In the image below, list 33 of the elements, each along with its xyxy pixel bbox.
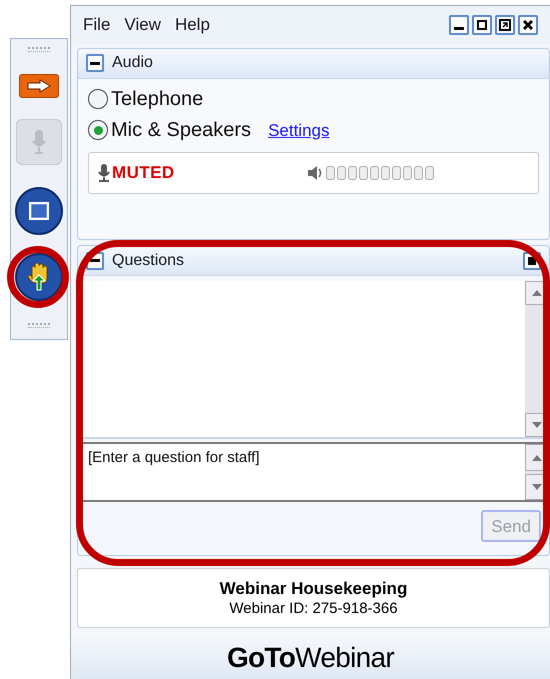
grip-handle[interactable] bbox=[28, 47, 50, 52]
screen-button[interactable] bbox=[15, 187, 63, 235]
radio-button[interactable] bbox=[88, 120, 108, 140]
restore-icon bbox=[499, 18, 511, 31]
logo: GoToWebinar bbox=[226, 641, 394, 676]
collapse-toggle[interactable] bbox=[86, 54, 104, 72]
close-button[interactable] bbox=[518, 14, 538, 35]
scroll-up-icon[interactable] bbox=[532, 290, 542, 296]
maximize-button[interactable] bbox=[472, 14, 492, 35]
panel-title: Questions bbox=[112, 250, 184, 271]
settings-link[interactable]: Settings bbox=[268, 118, 330, 144]
highlight-ring bbox=[7, 246, 69, 308]
microphone-icon bbox=[97, 164, 111, 182]
webinar-id: Webinar ID: 275-918-366 bbox=[229, 600, 398, 618]
radio-label: Mic & Speakers bbox=[111, 118, 252, 144]
radio-button[interactable] bbox=[88, 89, 108, 110]
scroll-down-icon[interactable] bbox=[532, 484, 542, 490]
close-icon bbox=[522, 18, 534, 31]
scroll-up-icon[interactable] bbox=[532, 454, 542, 461]
menu-item[interactable]: View bbox=[124, 12, 161, 38]
arrow-icon bbox=[26, 79, 52, 93]
microphone-icon bbox=[32, 130, 46, 154]
menu-item[interactable]: File bbox=[83, 12, 110, 38]
scroll-down-icon[interactable] bbox=[532, 422, 542, 428]
minimize-button[interactable] bbox=[449, 14, 469, 35]
panel-title: Audio bbox=[112, 53, 153, 74]
grip-handle[interactable] bbox=[28, 323, 50, 328]
radio-label: Telephone bbox=[111, 87, 204, 112]
muted-status: MUTED bbox=[112, 162, 175, 184]
webinar-title: Webinar Housekeeping bbox=[220, 578, 408, 600]
arrow-button[interactable] bbox=[19, 74, 59, 98]
restore-button[interactable] bbox=[495, 14, 515, 35]
menu-item[interactable]: Help bbox=[174, 12, 210, 38]
